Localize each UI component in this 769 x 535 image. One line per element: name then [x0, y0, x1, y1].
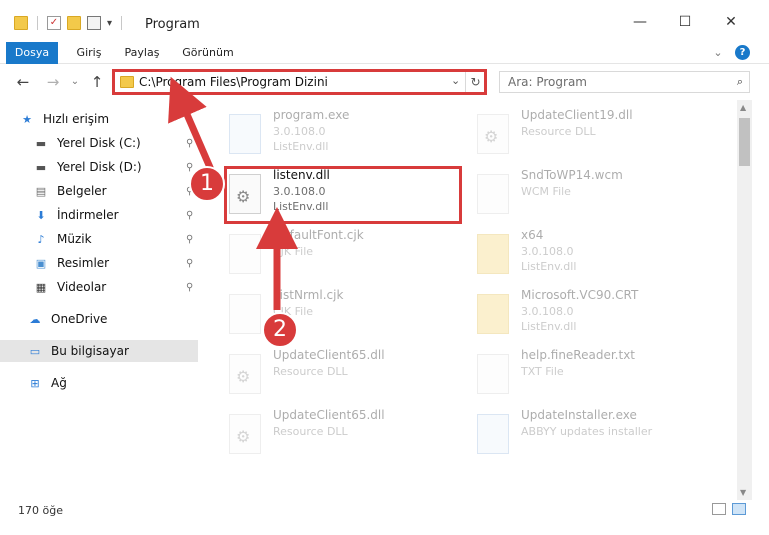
step-1-badge: 1	[189, 166, 225, 202]
annotation-arrows	[168, 76, 298, 310]
step-2-badge: 2	[262, 312, 298, 348]
arrow-to-address-bar	[168, 76, 216, 174]
